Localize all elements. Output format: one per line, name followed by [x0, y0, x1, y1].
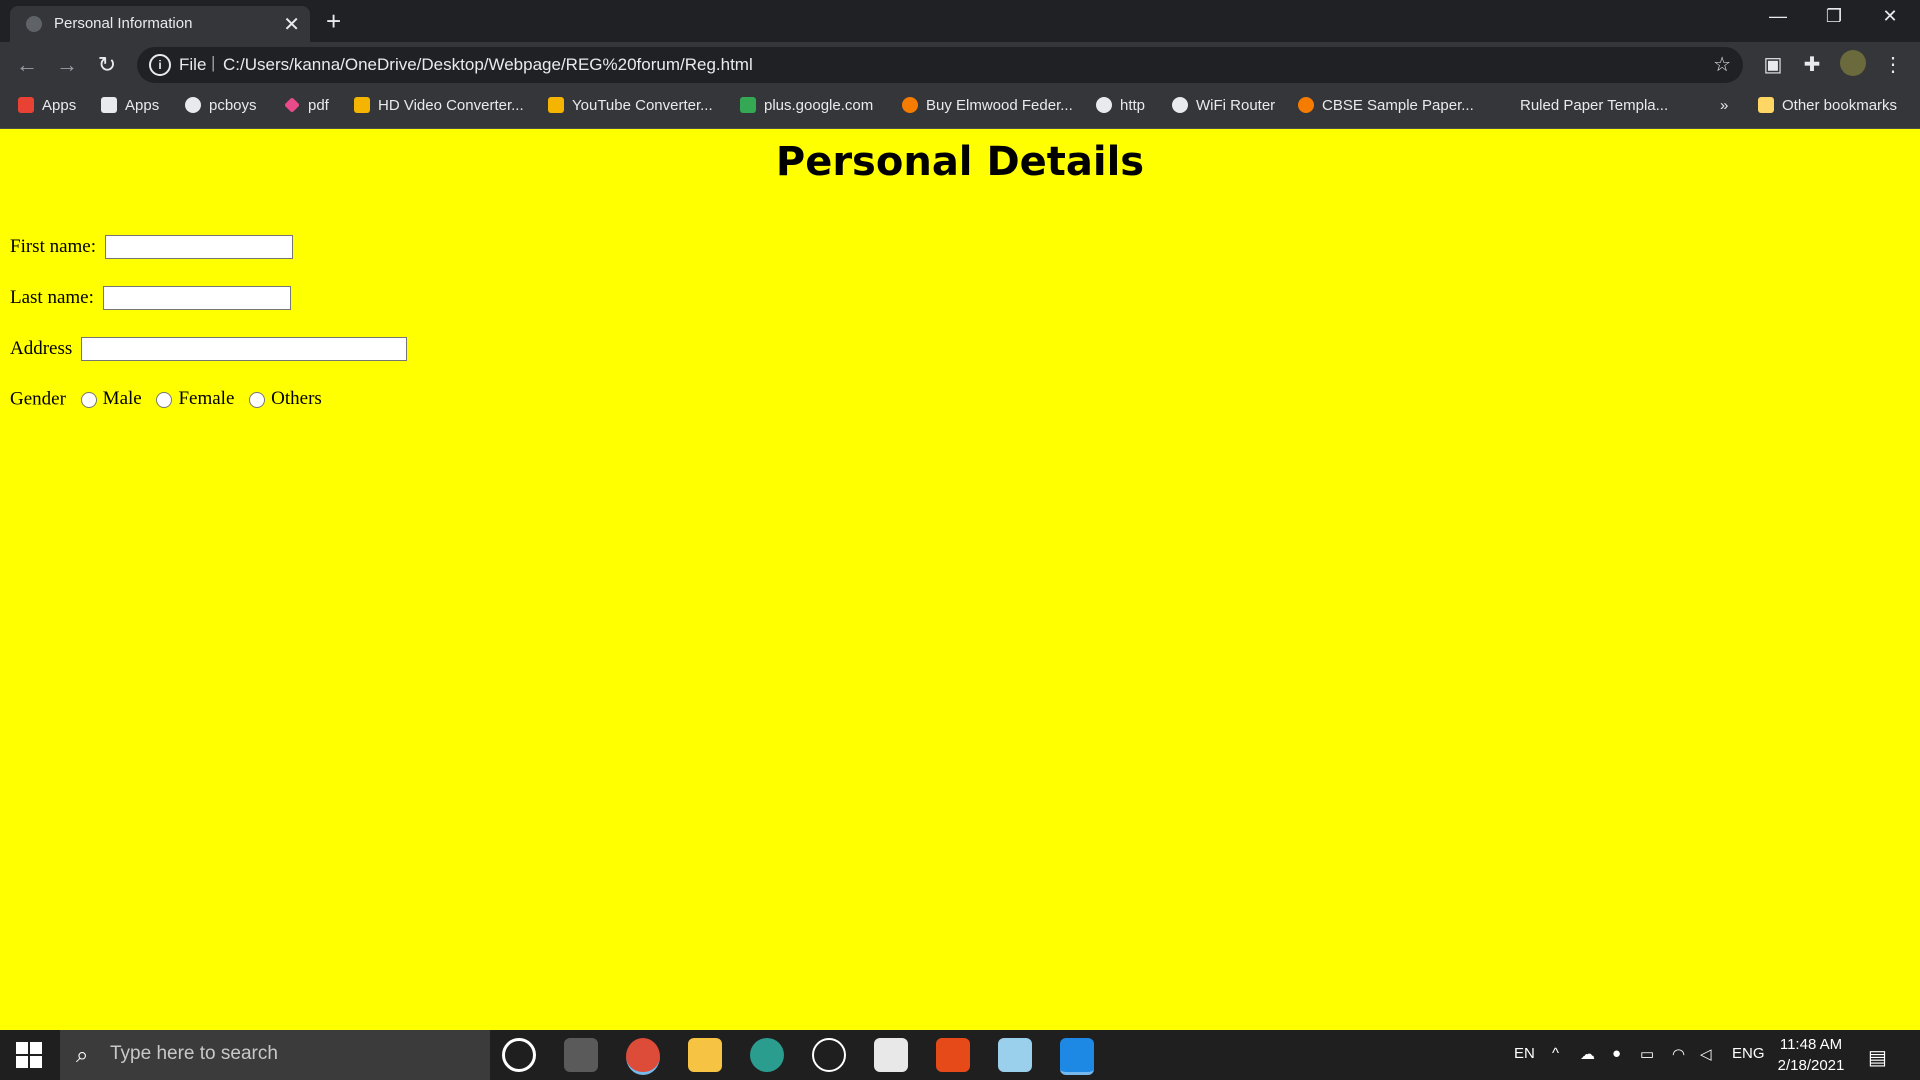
onedrive-cloud-icon[interactable]: ☁	[1580, 1045, 1595, 1063]
flower-icon	[902, 97, 918, 113]
chevron-up-icon[interactable]: ^	[1552, 1045, 1559, 1062]
app-icon[interactable]	[998, 1038, 1032, 1072]
gender-male-label: Male	[102, 388, 142, 409]
first-name-row: First name:	[10, 235, 293, 259]
photos-icon[interactable]	[1060, 1038, 1094, 1075]
search-icon: ⌕	[76, 1042, 89, 1067]
bookmark-item[interactable]: http	[1096, 97, 1145, 114]
close-window-button[interactable]: ✕	[1870, 6, 1910, 27]
last-name-row: Last name:	[10, 286, 291, 310]
close-tab-icon[interactable]: ✕	[283, 12, 300, 37]
extensions-puzzle-icon[interactable]: ✚	[1797, 52, 1827, 77]
document-icon	[1496, 97, 1512, 113]
globe-icon	[1096, 97, 1112, 113]
other-bookmarks[interactable]: Other bookmarks	[1758, 97, 1897, 114]
page-content: Personal Details First name: Last name: …	[0, 129, 1920, 1030]
globe-icon	[1172, 97, 1188, 113]
bookmark-item[interactable]: YouTube Converter...	[548, 97, 713, 114]
minimize-button[interactable]: —	[1758, 6, 1798, 27]
pdf-extension-icon[interactable]: ▣	[1758, 52, 1788, 77]
language-indicator-short[interactable]: EN	[1514, 1045, 1535, 1062]
bookmark-item[interactable]: pdf	[284, 97, 329, 114]
file-explorer-icon[interactable]	[688, 1038, 722, 1072]
bookmark-item[interactable]: WiFi Router	[1172, 97, 1275, 114]
gender-female-radio[interactable]	[156, 391, 173, 408]
globe-icon	[26, 16, 42, 32]
star-badge-icon	[1298, 97, 1314, 113]
address-bar[interactable]: i File | C:/Users/kanna/OneDrive/Desktop…	[137, 47, 1743, 83]
reload-button[interactable]: ↻	[92, 52, 122, 78]
cortana-icon[interactable]	[502, 1038, 536, 1072]
bookmark-item[interactable]: Ruled Paper Templa...	[1496, 97, 1668, 114]
bookmark-item[interactable]: HD Video Converter...	[354, 97, 524, 114]
video-converter-icon	[548, 97, 564, 113]
menu-kebab-icon[interactable]: ⋮	[1878, 52, 1908, 77]
battery-icon[interactable]: ▭	[1640, 1045, 1654, 1063]
apps-grid-icon	[101, 97, 117, 113]
avatar[interactable]	[1840, 50, 1866, 76]
clock-date: 2/18/2021	[1777, 1057, 1845, 1074]
apps-grid-icon	[18, 97, 34, 113]
language-indicator[interactable]: ENG	[1732, 1045, 1765, 1062]
bookmark-item[interactable]: CBSE Sample Paper...	[1298, 97, 1474, 114]
notification-center-icon[interactable]: ▤	[1868, 1045, 1887, 1070]
new-tab-button[interactable]: +	[326, 6, 341, 37]
more-bookmarks-chevron-icon[interactable]: »	[1720, 97, 1728, 114]
bookmark-item[interactable]: Apps	[101, 97, 159, 114]
bookmark-star-icon[interactable]: ☆	[1713, 52, 1731, 77]
windows-start-icon[interactable]	[16, 1042, 42, 1068]
gender-row: Gender Male Female Others	[10, 388, 322, 411]
google-plus-icon	[740, 97, 756, 113]
last-name-input[interactable]	[102, 286, 291, 310]
last-name-label: Last name:	[10, 287, 94, 308]
search-placeholder: Type here to search	[110, 1043, 278, 1064]
bookmark-item[interactable]: pcboys	[185, 97, 257, 114]
address-url[interactable]: C:/Users/kanna/OneDrive/Desktop/Webpage/…	[223, 55, 753, 75]
gender-male-radio[interactable]	[80, 391, 97, 408]
clock-time: 11:48 AM	[1779, 1036, 1843, 1053]
diamond-icon	[284, 97, 300, 113]
folder-icon	[1758, 97, 1774, 113]
windows-taskbar: ⌕ Type here to search EN ^ ☁ ● ▭ ◠ ◁ ENG…	[0, 1030, 1920, 1080]
speaker-muted-icon[interactable]: ◁	[1700, 1045, 1712, 1063]
address-separator: |	[211, 53, 216, 72]
video-converter-icon	[354, 97, 370, 113]
notepad-icon[interactable]	[874, 1038, 908, 1072]
site-info-icon[interactable]: i	[149, 54, 171, 76]
gender-others-radio[interactable]	[249, 391, 266, 408]
forward-button[interactable]: →	[52, 52, 82, 78]
address-scheme: File	[179, 55, 207, 74]
restore-button[interactable]: ❐	[1814, 6, 1854, 27]
gender-female-label: Female	[178, 388, 235, 409]
bookmark-item[interactable]: plus.google.com	[740, 97, 873, 114]
bookmark-item[interactable]: Apps	[18, 97, 76, 114]
first-name-input[interactable]	[104, 235, 293, 259]
office-icon[interactable]	[936, 1038, 970, 1072]
bookmarks-bar: Apps Apps pcboys pdf HD Video Converter.…	[0, 88, 1920, 129]
microphone-icon[interactable]: ●	[1612, 1045, 1621, 1062]
taskbar-search-box[interactable]: ⌕ Type here to search	[60, 1030, 490, 1080]
back-button[interactable]: ←	[12, 52, 42, 78]
browser-window: Personal Information ✕ + — ❐ ✕ ← → ↻ i F…	[0, 0, 1920, 129]
globe-icon	[185, 97, 201, 113]
address-input[interactable]	[81, 337, 408, 361]
address-label: Address	[10, 338, 73, 359]
address-row: Address	[10, 337, 408, 361]
tab-personal-information[interactable]: Personal Information ✕	[10, 6, 310, 42]
task-view-icon[interactable]	[564, 1038, 598, 1072]
tab-strip: Personal Information ✕ + — ❐ ✕	[0, 0, 1920, 42]
tab-title: Personal Information	[54, 15, 193, 32]
edge-icon[interactable]	[750, 1038, 784, 1072]
system-clock[interactable]: 11:48 AM 2/18/2021	[1766, 1034, 1856, 1076]
gender-others-label: Others	[271, 388, 322, 409]
gender-label: Gender	[10, 388, 66, 410]
bookmark-item[interactable]: Buy Elmwood Feder...	[902, 97, 1073, 114]
wifi-icon[interactable]: ◠	[1672, 1045, 1685, 1063]
page-title: Personal Details	[775, 139, 1145, 185]
dell-icon[interactable]	[812, 1038, 846, 1072]
first-name-label: First name:	[10, 236, 97, 257]
browser-toolbar: ← → ↻ i File | C:/Users/kanna/OneDrive/D…	[0, 42, 1920, 88]
chrome-icon[interactable]	[626, 1038, 660, 1075]
